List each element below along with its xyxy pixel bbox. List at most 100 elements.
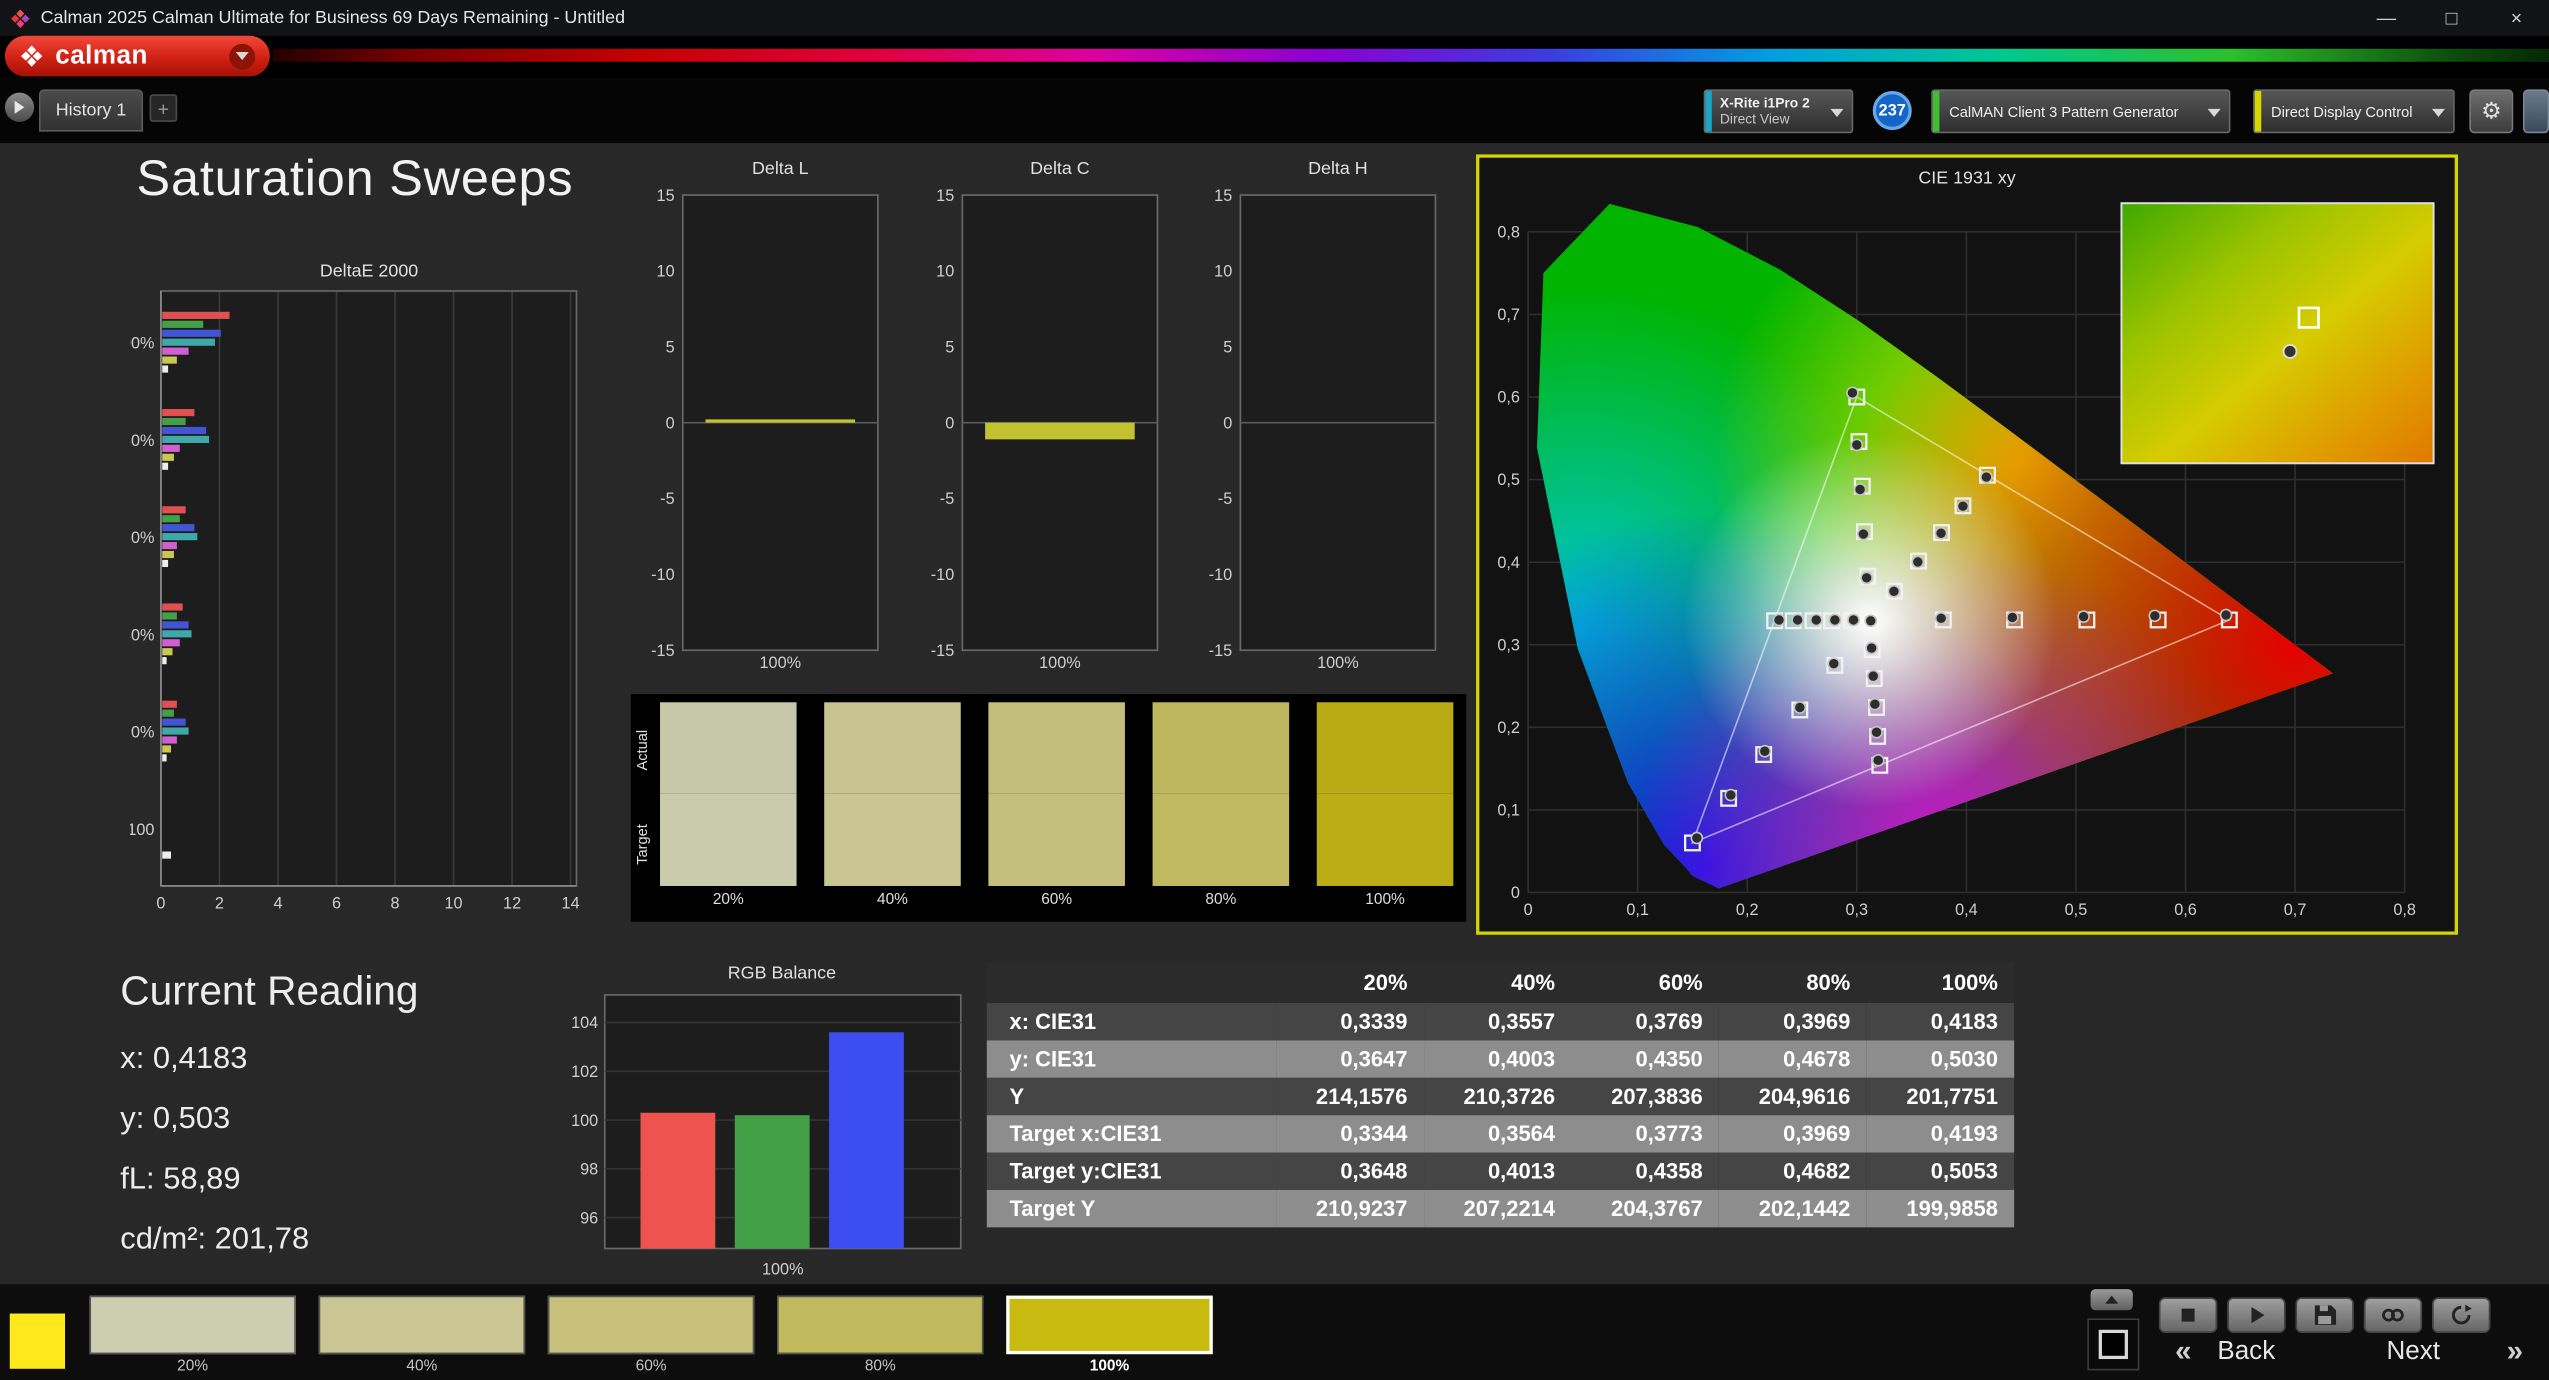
meter-dropdown[interactable]: X-Rite i1Pro 2 Direct View (1703, 89, 1854, 134)
row-label: x: CIE31 (1009, 1009, 1097, 1034)
svg-text:15: 15 (657, 187, 675, 205)
table-row: Target x:CIE31 0,3344 0,3564 0,3773 0,3969 0,… (986, 1115, 2015, 1153)
svg-text:5: 5 (1223, 338, 1232, 356)
svg-text:0,2: 0,2 (1497, 719, 1520, 737)
pattern-window-icon (2098, 1329, 2128, 1360)
minimize-button[interactable]: — (2354, 0, 2419, 36)
table-cell: 0,3564 (1487, 1121, 1556, 1147)
svg-text:8: 8 (391, 895, 400, 913)
actual-swatch (1316, 702, 1454, 794)
back-chevron-icon[interactable]: « (2175, 1335, 2191, 1369)
table-cell: 210,9237 (1315, 1196, 1408, 1221)
svg-text:CIE 1931 xy: CIE 1931 xy (1918, 168, 2015, 188)
play-button[interactable] (2227, 1297, 2286, 1334)
pattern-swatch-60%[interactable]: 60% (547, 1295, 755, 1375)
target-swatch (824, 793, 961, 886)
calman-app-window: Calman 2025 Calman Ultimate for Business… (0, 0, 2549, 1380)
refresh-button[interactable] (2431, 1297, 2491, 1334)
svg-text:100%: 100% (1317, 654, 1359, 672)
add-tab-button[interactable]: + (149, 94, 178, 122)
target-swatch (1316, 793, 1454, 886)
pattern-generator-accent (1932, 91, 1940, 132)
page-title: Saturation Sweeps (136, 149, 574, 207)
pattern-swatch-label: 100% (1089, 1357, 1130, 1376)
next-chevron-icon[interactable]: » (2507, 1335, 2523, 1369)
svg-text:6: 6 (332, 895, 341, 913)
actual-swatch (988, 702, 1125, 794)
stop-button[interactable] (2158, 1297, 2218, 1334)
svg-text:Delta L: Delta L (752, 158, 809, 178)
close-button[interactable]: × (2484, 0, 2549, 36)
svg-text:0,6: 0,6 (2174, 901, 2197, 919)
svg-text:20%: 20% (130, 724, 154, 742)
row-label: Target y:CIE31 (1009, 1159, 1162, 1184)
calman-menu-button[interactable]: calman (4, 35, 270, 77)
cie-1931-chart: CIE 1931 xy 0 0 0,1 0,1 0,2 0,2 0,3 0,3 0,4 0,4 0,5… (1479, 158, 2454, 932)
pattern-swatch-color (547, 1295, 755, 1355)
maximize-button[interactable]: □ (2419, 0, 2484, 36)
chevron-down-icon (229, 43, 256, 70)
svg-text:10: 10 (657, 263, 675, 281)
back-button[interactable]: Back (2217, 1338, 2275, 1367)
actual-swatch (824, 702, 961, 794)
pattern-swatch-label: 20% (177, 1357, 209, 1376)
tab-bar: History 1 + X-Rite i1Pro 2 Direct View 2… (0, 78, 2549, 144)
current-reading-cdm2: cd/m²: 201,78 (120, 1222, 310, 1257)
app-logo-icon (11, 8, 30, 28)
pattern-swatch-40%[interactable]: 40% (318, 1295, 526, 1375)
svg-text:0: 0 (945, 414, 954, 432)
stop-icon (2181, 1308, 2195, 1322)
swatch-label: 20% (712, 890, 744, 909)
pattern-swatch-20%[interactable]: 20% (89, 1295, 296, 1376)
svg-text:-5: -5 (660, 490, 674, 508)
next-button[interactable]: Next (2386, 1338, 2439, 1367)
link-button[interactable] (2363, 1297, 2423, 1334)
svg-text:0,8: 0,8 (1497, 224, 1520, 242)
chevron-up-button[interactable] (2090, 1289, 2133, 1311)
pattern-window-button[interactable] (2087, 1318, 2140, 1371)
link-icon (2382, 1308, 2404, 1322)
save-button[interactable] (2295, 1297, 2354, 1334)
row-label: Target x:CIE31 (1009, 1121, 1162, 1147)
edge-panel-button[interactable] (2522, 89, 2549, 134)
target-swatch (988, 793, 1125, 886)
svg-text:5: 5 (666, 338, 675, 356)
svg-text:104: 104 (571, 1014, 598, 1032)
play-icon (14, 100, 25, 114)
table-cell: 0,3773 (1635, 1121, 1703, 1147)
svg-text:80%: 80% (130, 432, 154, 450)
svg-text:-5: -5 (940, 490, 954, 508)
tab-scroll-button[interactable] (4, 92, 35, 122)
current-reading: Current Reading x: 0,4183 y: 0,503 fL: 5… (120, 969, 418, 1283)
pattern-generator-dropdown[interactable]: CalMAN Client 3 Pattern Generator (1931, 89, 2231, 134)
svg-text:10: 10 (936, 263, 954, 281)
calman-diamond-icon (21, 45, 43, 67)
swatch-column-20%: 20% (660, 702, 797, 909)
pattern-swatch-80%[interactable]: 80% (777, 1295, 984, 1375)
table-cell: 207,2214 (1463, 1196, 1556, 1221)
current-pattern-patch (9, 1313, 66, 1369)
titlebar: Calman 2025 Calman Ultimate for Business… (0, 0, 2549, 36)
meter-mode: Direct View (1719, 109, 1790, 126)
table-cell: 204,3767 (1611, 1196, 1703, 1221)
pattern-swatch-100%[interactable]: 100% (1006, 1295, 1213, 1376)
cie-1931-panel[interactable]: CIE 1931 xy 0 0 0,1 0,1 0,2 0,2 0,3 0,3 0,4 0,4 0,5… (1476, 154, 2458, 935)
display-control-dropdown[interactable]: Direct Display Control (2253, 89, 2455, 134)
table-cell: 0,3557 (1487, 1009, 1556, 1034)
current-reading-y: y: 0,503 (120, 1102, 231, 1137)
delta-h-chart: Delta H 15 10 5 0 -5 -10 -15 100% (1192, 151, 1468, 674)
pattern-swatch-color (89, 1295, 296, 1355)
svg-text:14: 14 (562, 895, 580, 913)
tab-history-1[interactable]: History 1 (39, 89, 144, 132)
column-header: 100% (1866, 962, 2015, 1004)
svg-text:60%: 60% (130, 529, 154, 547)
svg-text:0,5: 0,5 (2065, 901, 2088, 919)
svg-text:15: 15 (936, 187, 954, 205)
target-swatch (660, 793, 797, 886)
settings-gear-button[interactable]: ⚙ (2469, 89, 2514, 134)
table-cell: 0,4193 (1930, 1121, 1998, 1147)
svg-text:0: 0 (156, 895, 165, 913)
pattern-swatch-color (777, 1295, 984, 1355)
pattern-generator-label: CalMAN Client 3 Pattern Generator (1949, 103, 2179, 120)
svg-text:10: 10 (445, 895, 463, 913)
